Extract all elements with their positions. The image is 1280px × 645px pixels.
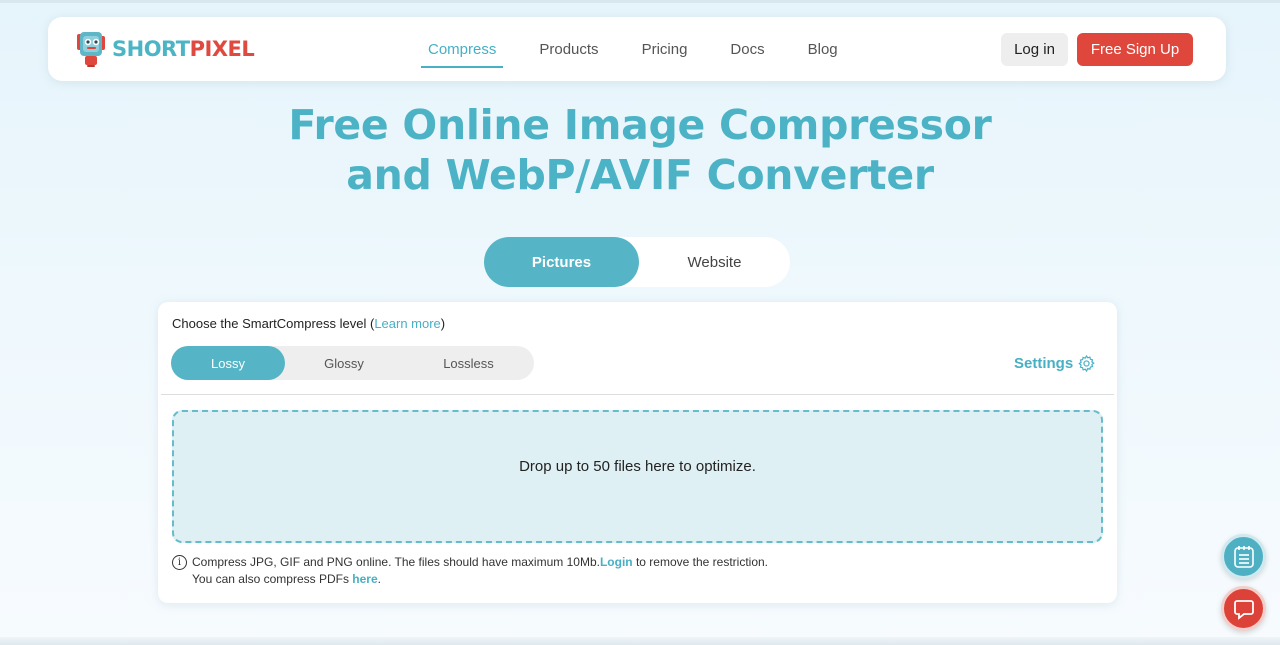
info-text-2b: . xyxy=(377,572,381,586)
card-divider xyxy=(161,394,1114,395)
page-title-line1: Free Online Image Compressor xyxy=(288,101,992,149)
notes-button[interactable] xyxy=(1221,534,1266,579)
dropzone-text: Drop up to 50 files here to optimize. xyxy=(519,458,756,475)
compress-card: Choose the SmartCompress level (Learn mo… xyxy=(158,302,1117,603)
logo-text-pixel: PIXEL xyxy=(189,37,255,61)
info-text-1a: Compress JPG, GIF and PNG online. The fi… xyxy=(192,555,600,569)
compression-level-toggle: Lossy Glossy Lossless xyxy=(171,346,534,380)
level-glossy-button[interactable]: Glossy xyxy=(285,346,403,380)
robot-logo-icon xyxy=(77,32,105,67)
pdf-here-link[interactable]: here xyxy=(352,571,377,588)
mode-toggle: Pictures Website xyxy=(484,237,790,287)
login-link[interactable]: Login xyxy=(600,554,633,571)
tab-pictures[interactable]: Pictures xyxy=(484,237,639,287)
file-dropzone[interactable]: Drop up to 50 files here to optimize. xyxy=(172,410,1103,543)
shortpixel-logo[interactable]: SHORTPIXEL xyxy=(74,30,255,68)
nav-compress[interactable]: Compress xyxy=(420,17,504,81)
level-lossy-button[interactable]: Lossy xyxy=(171,346,285,380)
level-label-prefix: Choose the SmartCompress level ( xyxy=(172,316,375,331)
info-note: i Compress JPG, GIF and PNG online. The … xyxy=(172,554,768,588)
bottom-edge xyxy=(0,637,1280,645)
nav-blog[interactable]: Blog xyxy=(808,17,838,81)
logo-text-short: SHORT xyxy=(112,37,190,61)
settings-label: Settings xyxy=(1014,355,1074,372)
top-border xyxy=(0,0,1280,3)
info-icon: i xyxy=(172,555,187,570)
level-lossless-button[interactable]: Lossless xyxy=(403,346,534,380)
chat-icon xyxy=(1233,599,1254,620)
page-title-line2: and WebP/AVIF Converter xyxy=(346,151,934,199)
settings-button[interactable]: Settings xyxy=(1014,354,1096,373)
signup-button[interactable]: Free Sign Up xyxy=(1077,33,1193,66)
tab-website[interactable]: Website xyxy=(639,237,790,287)
gear-icon xyxy=(1078,354,1095,373)
main-nav: Compress Products Pricing Docs Blog xyxy=(420,17,838,81)
level-label-suffix: ) xyxy=(440,316,446,331)
info-text-2a: You can also compress PDFs xyxy=(192,572,353,586)
login-button[interactable]: Log in xyxy=(1001,33,1068,66)
site-header: SHORTPIXEL Compress Products Pricing Doc… xyxy=(48,17,1226,81)
chat-button[interactable] xyxy=(1221,586,1266,631)
level-label: Choose the SmartCompress level (Learn mo… xyxy=(172,316,445,331)
nav-docs[interactable]: Docs xyxy=(730,17,764,81)
notes-icon xyxy=(1233,545,1254,568)
nav-pricing[interactable]: Pricing xyxy=(642,17,688,81)
learn-more-link[interactable]: Learn more xyxy=(374,316,440,331)
nav-products[interactable]: Products xyxy=(539,17,598,81)
info-text-1b: to remove the restriction. xyxy=(632,555,768,569)
page-title: Free Online Image Compressor and WebP/AV… xyxy=(0,100,1280,200)
